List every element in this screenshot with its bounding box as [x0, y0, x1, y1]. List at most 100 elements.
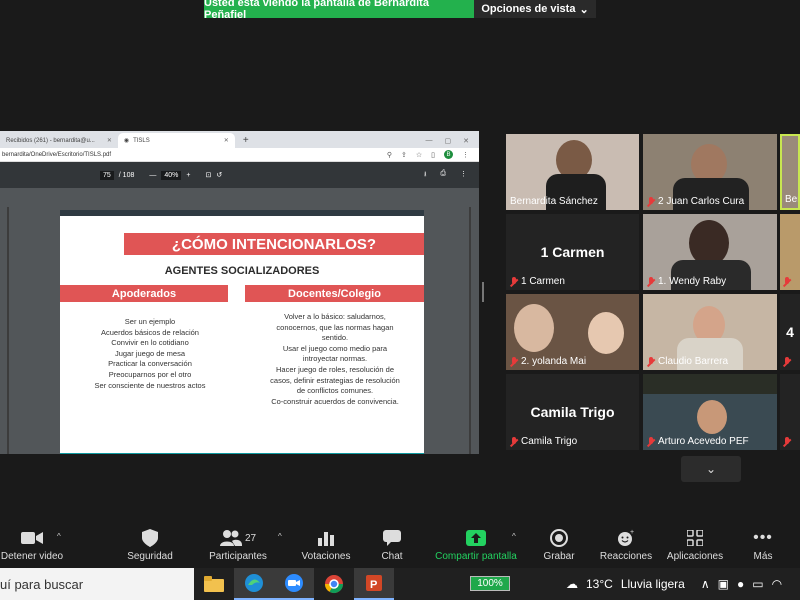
participant-tile[interactable]: 1 Carmen 1 Carmen — [506, 214, 639, 290]
rotate-icon[interactable]: ↺ — [216, 171, 222, 179]
record-button[interactable]: Grabar — [536, 528, 582, 562]
participant-tile[interactable]: Camila Trigo Camila Trigo — [506, 374, 639, 450]
participant-tile[interactable]: 2 Juan Carlos Cura — [643, 134, 777, 210]
participants-count: 27 — [244, 532, 257, 544]
participant-name: Bernardita Sánchez — [510, 196, 598, 207]
ellipsis-icon: ••• — [753, 529, 773, 546]
list-item: Convivir en lo cotidiano — [111, 338, 189, 348]
list-item: conocernos, que las normas hagan — [276, 322, 394, 332]
browser-tabbar: Recibidos (261) - bernardita@u... ✕ ◉ TI… — [0, 131, 479, 148]
right-column-header: Docentes/Colegio — [245, 285, 424, 302]
sidebar-icon[interactable]: ▯ — [431, 151, 435, 159]
close-icon[interactable]: ✕ — [224, 137, 229, 144]
polls-button[interactable]: Votaciones — [296, 528, 356, 562]
battery-icon[interactable]: ▭ — [752, 577, 763, 591]
next-page-button[interactable]: ⌄ — [681, 456, 741, 482]
close-window-icon[interactable]: ✕ — [463, 137, 469, 145]
camera-in-use-icon[interactable]: ● — [737, 577, 744, 591]
meet-now-icon[interactable]: ▣ — [718, 577, 729, 591]
participant-tile[interactable]: Arturo Acevedo PEF — [643, 374, 777, 450]
pdf-slide: ¿CÓMO INTENCIONARLOS? AGENTES SOCIALIZAD… — [60, 210, 424, 454]
security-button[interactable]: Seguridad — [120, 528, 180, 562]
list-item: casos, definir estrategias de resolución — [270, 375, 400, 385]
profile-avatar[interactable]: B — [444, 150, 453, 159]
download-icon[interactable]: ⭳ — [424, 170, 426, 181]
kebab-menu-icon[interactable]: ⋮ — [462, 151, 469, 159]
slide-top-band — [60, 210, 424, 216]
apps-button[interactable]: Aplicaciones — [664, 528, 726, 562]
powerpoint-icon[interactable]: P — [354, 568, 394, 600]
slide-title: ¿CÓMO INTENCIONARLOS? — [124, 233, 424, 255]
share-icon[interactable]: ⇪ — [401, 151, 407, 159]
star-icon[interactable]: ☆ — [416, 151, 422, 159]
participant-tile-active-speaker[interactable]: Ber — [780, 134, 800, 210]
edge-icon[interactable] — [234, 568, 274, 600]
weather-cloud-icon[interactable]: ☁ — [566, 577, 578, 591]
video-camera-icon — [0, 528, 64, 548]
participant-display-name: 4 — [786, 324, 794, 340]
zoom-level[interactable]: 40% — [161, 170, 182, 180]
tab-tisls[interactable]: ◉ TISLS ✕ — [117, 133, 235, 148]
stop-video-label: Detener video — [0, 551, 64, 562]
participant-tile[interactable]: 1. Wendy Raby — [643, 214, 777, 290]
tab-inbox[interactable]: Recibidos (261) - bernardita@u... ✕ — [0, 133, 118, 148]
tab-label: TISLS — [133, 137, 150, 144]
participant-name-text: 1. Wendy Raby — [658, 276, 727, 287]
sharing-message: Usted está viendo la pantalla de Bernard… — [204, 0, 474, 21]
more-button[interactable]: ••• Más — [744, 528, 782, 562]
bar-chart-icon — [296, 528, 356, 548]
right-scroll-track[interactable] — [469, 207, 471, 454]
participant-tile[interactable]: Bernardita Sánchez — [506, 134, 639, 210]
participants-options-caret[interactable]: ^ — [278, 532, 282, 541]
minimize-icon[interactable]: — — [426, 137, 433, 144]
reactions-button[interactable]: + Reacciones — [598, 528, 654, 562]
kebab-menu-icon[interactable]: ⋮ — [460, 170, 467, 181]
participant-name: Ber — [785, 194, 798, 205]
participant-name: Claudio Barrera — [647, 356, 728, 367]
chevron-up-icon[interactable]: ∧ — [701, 577, 710, 591]
participant-tile[interactable]: 2. yolanda Mai — [506, 294, 639, 370]
apps-icon — [664, 528, 726, 548]
shield-icon — [120, 528, 180, 548]
pdf-toolbar: 75 / 108 — 40% + ⊡ ↺ ⭳ ⎙ ⋮ — [0, 162, 479, 188]
share-screen-button[interactable]: Compartir pantalla — [430, 528, 522, 562]
participants-button[interactable]: 27 Participantes — [204, 528, 272, 562]
share-screen-icon — [430, 528, 522, 548]
list-item: Ser consciente de nuestros actos — [94, 380, 206, 390]
fit-page-icon[interactable]: ⊡ — [205, 171, 211, 179]
zoom-app-icon[interactable] — [274, 568, 314, 600]
share-options-caret[interactable]: ^ — [512, 532, 516, 541]
participant-name: 1. Wendy Raby — [647, 276, 726, 287]
chrome-icon[interactable] — [314, 568, 354, 600]
print-icon[interactable]: ⎙ — [440, 170, 446, 181]
participant-name-text: 2 Juan Carlos Cura — [658, 196, 745, 207]
participant-tile[interactable]: Claudio Barrera — [643, 294, 777, 370]
participant-name — [783, 357, 791, 367]
chat-button[interactable]: Chat — [370, 528, 414, 562]
wifi-icon[interactable]: ◠ — [772, 577, 782, 591]
zoom-in-icon[interactable]: + — [186, 172, 190, 179]
battery-indicator[interactable]: 100% — [470, 576, 510, 591]
taskbar-search[interactable]: uí para buscar — [0, 568, 194, 600]
zoom-icon[interactable]: ⚲ — [387, 151, 392, 159]
video-options-caret[interactable]: ^ — [57, 532, 61, 541]
view-options-button[interactable]: Opciones de vista ⌄ — [474, 0, 596, 18]
participant-video — [697, 400, 727, 434]
close-icon[interactable]: ✕ — [107, 137, 112, 144]
address-bar[interactable]: bernardita/OneDrive/Escritorio/TISLS.pdf… — [0, 148, 479, 162]
new-tab-icon[interactable]: + — [235, 133, 257, 148]
chat-icon — [370, 528, 414, 548]
zoom-out-icon[interactable]: — — [149, 172, 156, 179]
file-explorer-icon[interactable] — [194, 568, 234, 600]
participant-tile[interactable] — [780, 214, 800, 290]
participant-tile[interactable]: 4 — [780, 294, 800, 370]
page-number-input[interactable]: 75 — [100, 170, 114, 180]
globe-icon: ◉ — [123, 138, 130, 144]
mic-muted-icon — [647, 356, 655, 367]
participant-display-name: 1 Carmen — [540, 244, 605, 260]
maximize-icon[interactable]: ▢ — [445, 137, 452, 145]
security-label: Seguridad — [127, 551, 173, 562]
stop-video-button[interactable]: Detener video — [0, 528, 64, 562]
split-handle[interactable] — [482, 282, 484, 302]
participant-tile[interactable] — [780, 374, 800, 450]
